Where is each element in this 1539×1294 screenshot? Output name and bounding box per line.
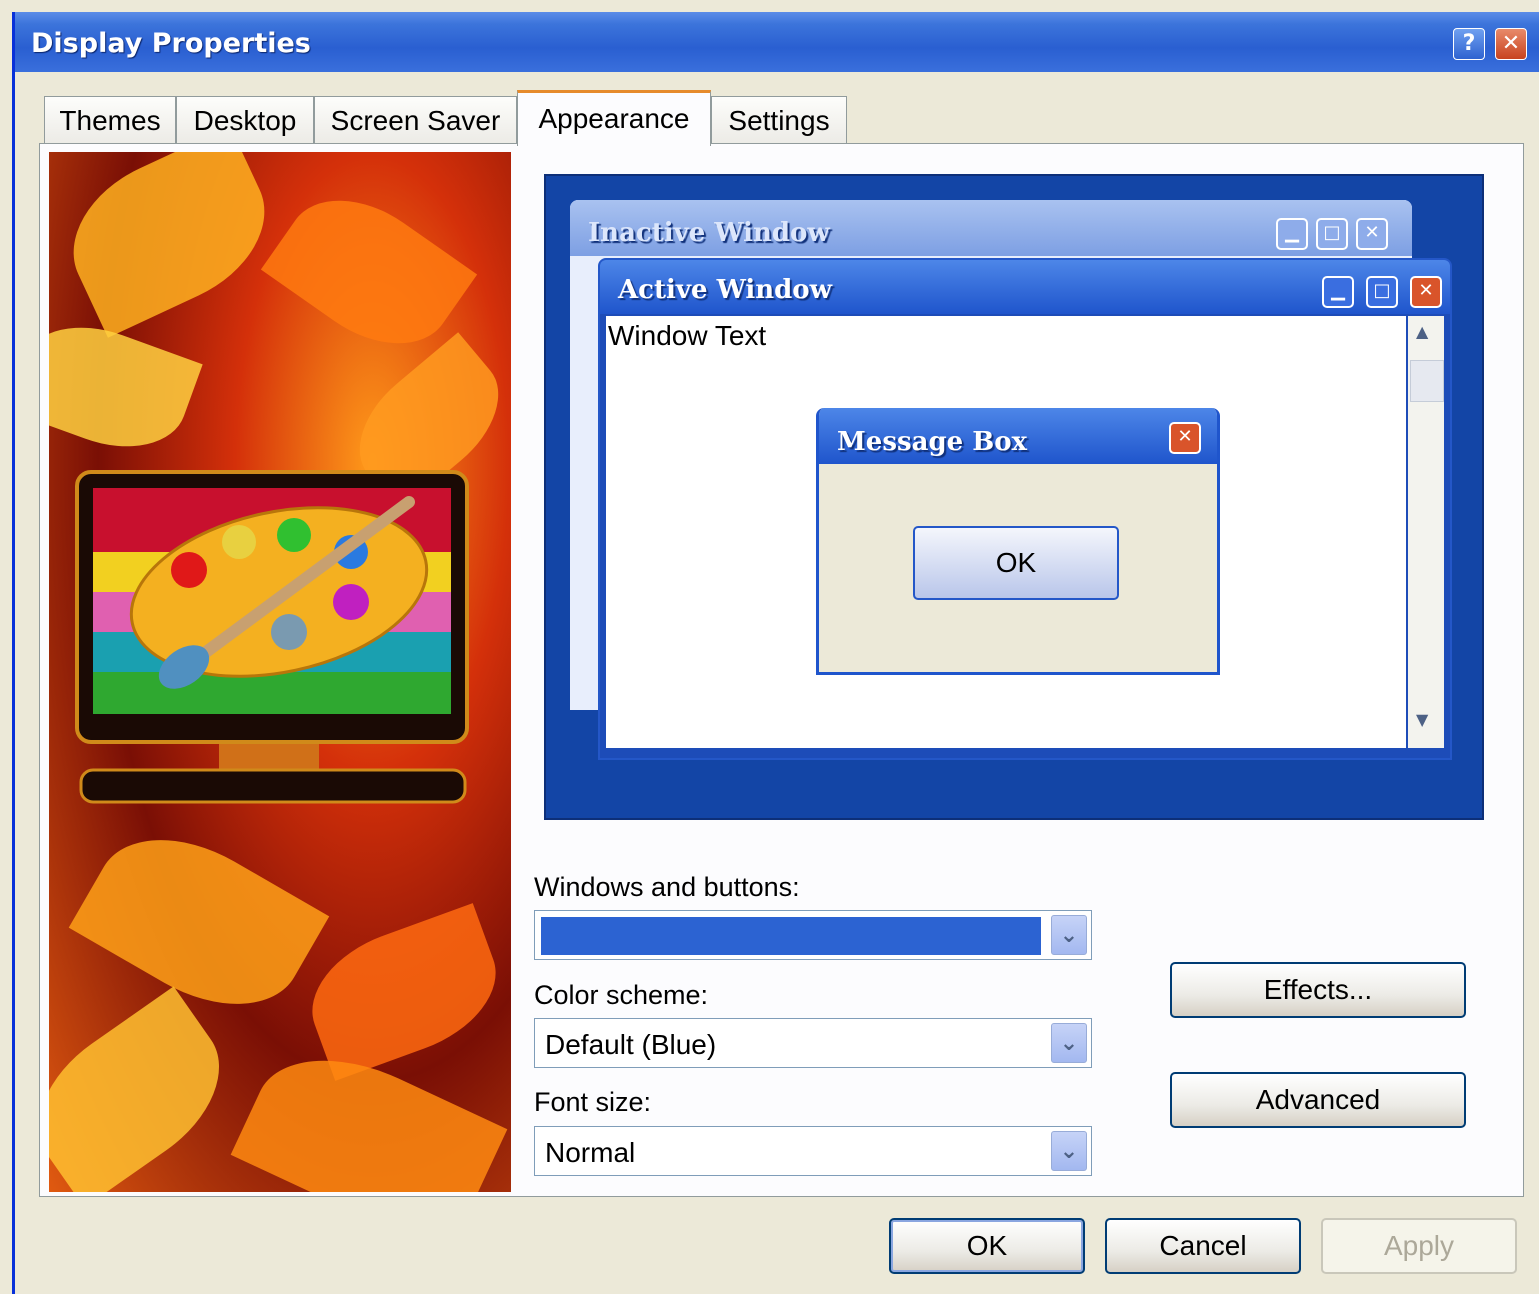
appearance-preview: Inactive Window ▁ □ ✕ Active Window ▁ □ …	[544, 174, 1484, 820]
message-box-title: Message Box	[819, 408, 1217, 464]
effects-button[interactable]: Effects...	[1170, 962, 1466, 1018]
close-button[interactable]: ✕	[1495, 28, 1527, 60]
message-close-icon: ✕	[1169, 422, 1201, 454]
font-size-value: Normal	[545, 1137, 636, 1168]
tab-screen-saver[interactable]: Screen Saver	[314, 96, 517, 144]
window-text: Window Text	[608, 320, 767, 351]
cancel-button[interactable]: Cancel	[1105, 1218, 1301, 1274]
inactive-maximize-icon: □	[1316, 218, 1348, 250]
scroll-thumb	[1410, 360, 1444, 402]
color-scheme-label: Color scheme:	[534, 980, 709, 1010]
color-scheme-value: Default (Blue)	[545, 1029, 717, 1060]
ok-button[interactable]: OK	[889, 1218, 1085, 1274]
advanced-button[interactable]: Advanced	[1170, 1072, 1466, 1128]
color-scheme-select[interactable]: Default (Blue) ⌄	[534, 1018, 1092, 1068]
color-scheme-dropdown-icon[interactable]: ⌄	[1051, 1023, 1087, 1063]
active-maximize-icon: □	[1366, 276, 1398, 308]
message-ok-button: OK	[913, 526, 1119, 600]
tab-appearance[interactable]: Appearance	[517, 90, 711, 146]
font-size-select[interactable]: Normal ⌄	[534, 1126, 1092, 1176]
tab-themes[interactable]: Themes	[44, 96, 176, 144]
apply-button[interactable]: Apply	[1321, 1218, 1517, 1274]
appearance-artwork	[49, 152, 511, 1192]
windows-buttons-select[interactable]: ⌄	[534, 910, 1092, 960]
preview-scrollbar: ▲ ▼	[1408, 316, 1444, 748]
windows-buttons-dropdown-icon[interactable]: ⌄	[1051, 915, 1087, 955]
scroll-down-icon: ▼	[1416, 710, 1429, 729]
font-size-label: Font size:	[534, 1087, 652, 1117]
display-properties-window: Display Properties ? ✕ Themes Desktop Sc…	[12, 12, 1539, 1294]
inactive-close-icon: ✕	[1356, 218, 1388, 250]
appearance-panel: Inactive Window ▁ □ ✕ Active Window ▁ □ …	[39, 143, 1524, 1197]
inactive-minimize-icon: ▁	[1276, 218, 1308, 250]
window-title: Display Properties	[31, 28, 311, 59]
font-size-dropdown-icon[interactable]: ⌄	[1051, 1131, 1087, 1171]
monitor-palette-icon	[75, 470, 469, 804]
message-box-preview: Message Box ✕ OK	[816, 408, 1220, 675]
help-button[interactable]: ?	[1453, 28, 1485, 60]
title-bar[interactable]: Display Properties ? ✕	[15, 12, 1539, 72]
active-close-icon: ✕	[1410, 276, 1442, 308]
active-minimize-icon: ▁	[1322, 276, 1354, 308]
scroll-up-icon: ▲	[1416, 322, 1429, 341]
windows-buttons-selected	[541, 917, 1041, 955]
windows-buttons-label: Windows and buttons:	[534, 872, 800, 902]
tab-desktop[interactable]: Desktop	[176, 96, 314, 144]
tab-settings[interactable]: Settings	[711, 96, 847, 144]
